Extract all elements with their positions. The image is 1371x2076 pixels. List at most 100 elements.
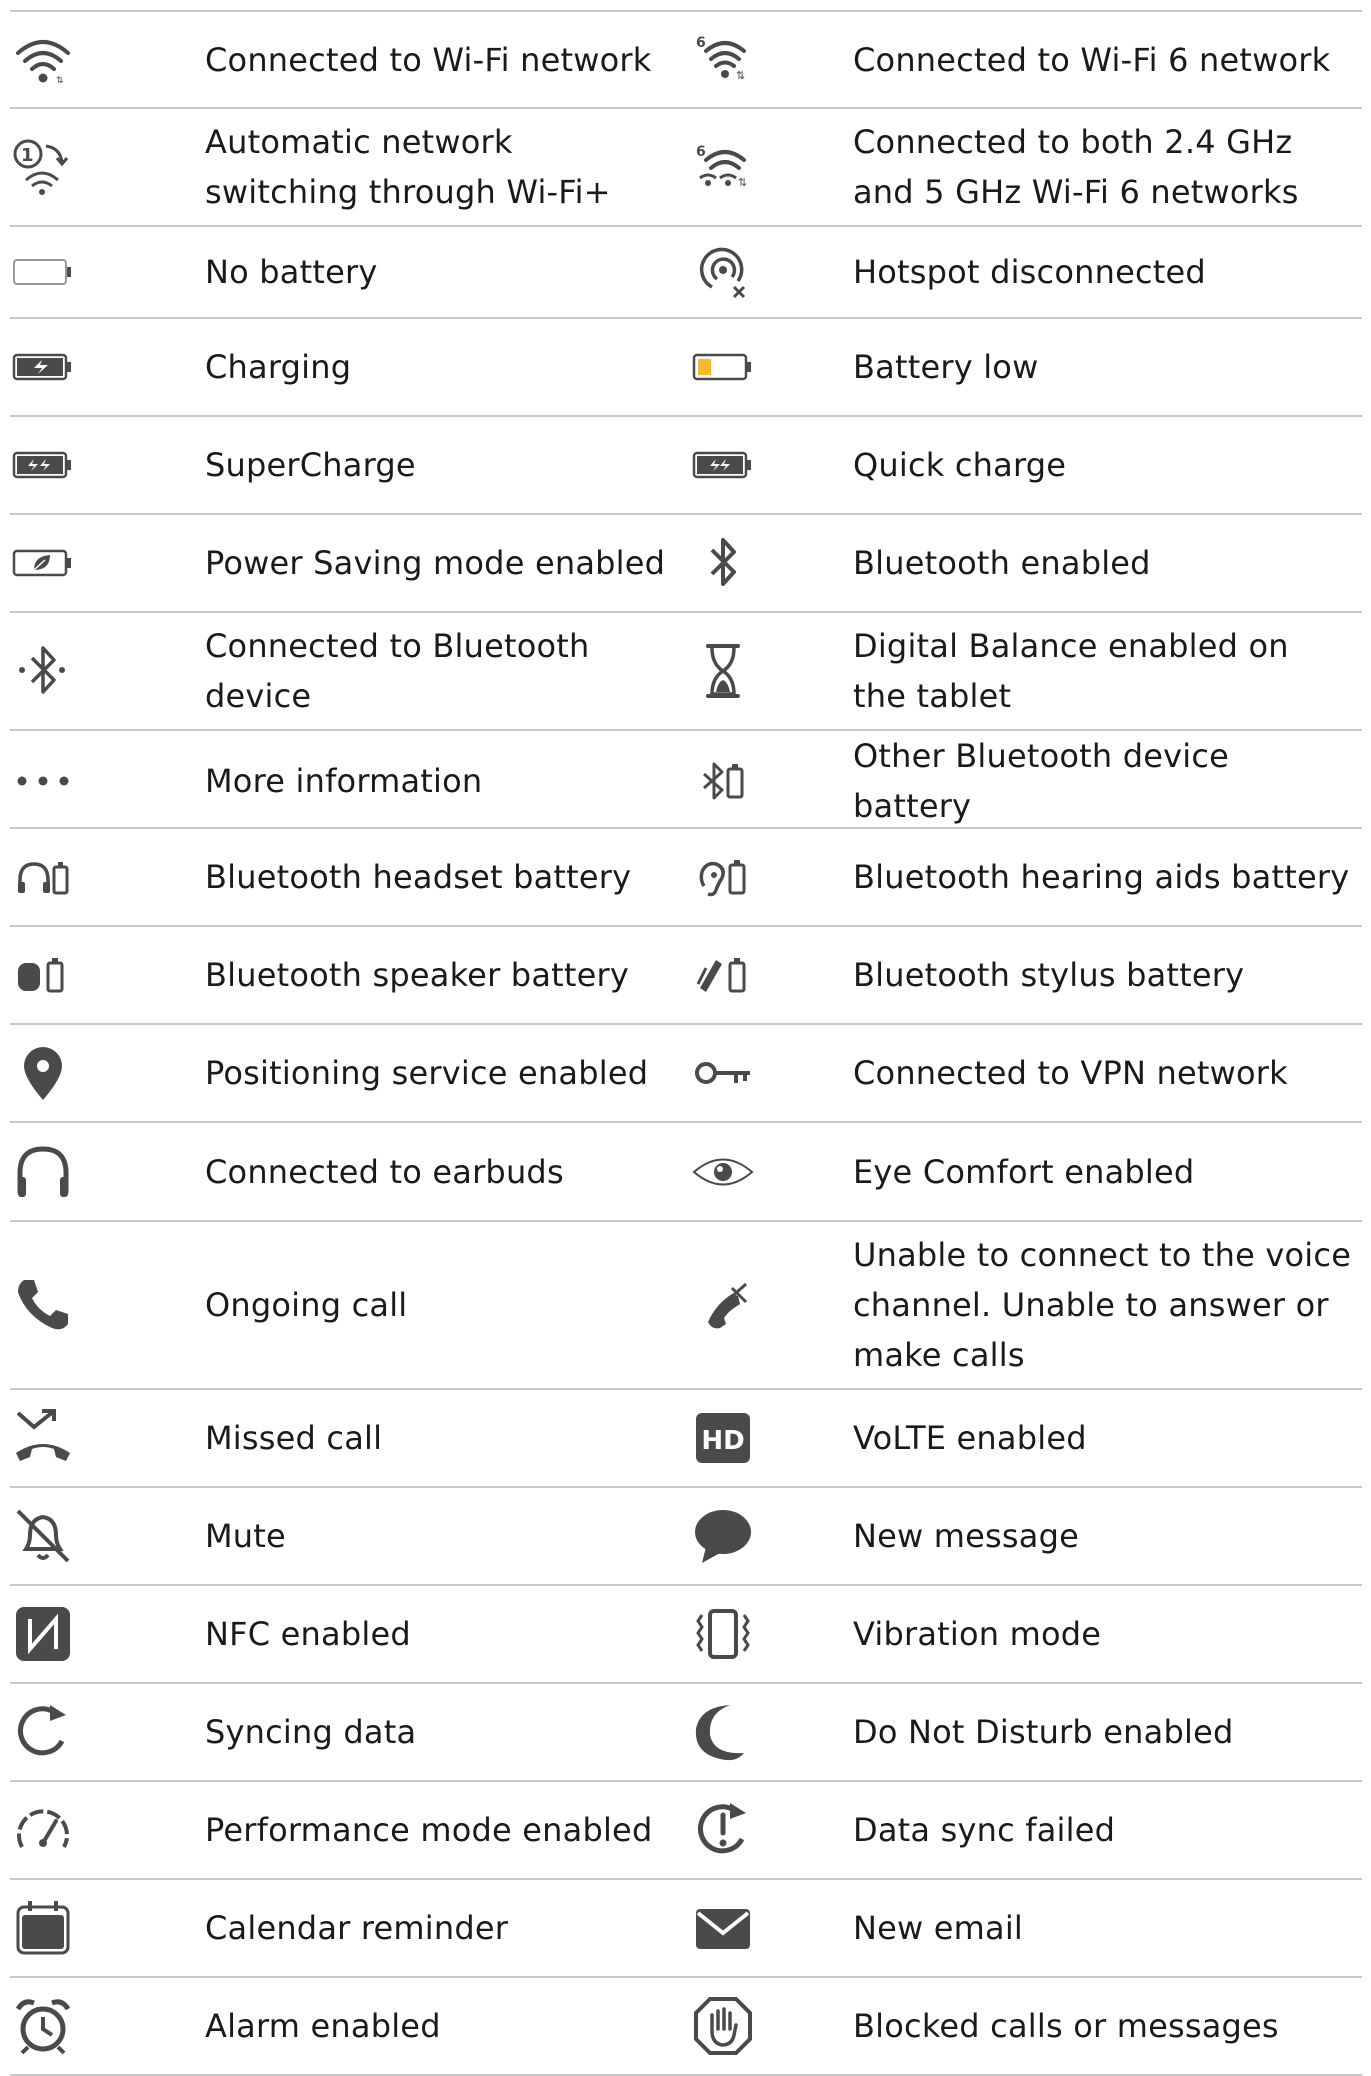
left-label: Connected to Wi-Fi network — [205, 40, 652, 79]
left-label: NFC enabled — [205, 1615, 411, 1653]
battery-power-saving-icon — [10, 515, 205, 611]
battery-supercharge-icon — [10, 417, 205, 513]
speaker-battery-icon — [10, 927, 205, 1023]
right-label: Hotspot disconnected — [853, 253, 1206, 291]
message-bubble-icon — [676, 1488, 853, 1584]
left-label: Alarm enabled — [205, 2007, 441, 2045]
gauge-icon — [10, 1782, 205, 1878]
hearing-aid-battery-icon — [676, 829, 853, 925]
battery-quick-charge-icon — [676, 417, 853, 513]
eye-icon — [676, 1123, 853, 1220]
more-dots-icon — [10, 731, 205, 831]
earbuds-icon — [10, 1123, 205, 1220]
table-row: NFC enabled Vibration mode — [10, 1586, 1362, 1684]
table-row: 1 Automatic network switching through Wi-… — [10, 109, 1362, 227]
table-row: Mute New message — [10, 1488, 1362, 1586]
wifi-icon: ⇅ — [10, 12, 205, 107]
right-label: Bluetooth stylus battery — [853, 956, 1245, 994]
right-label: Eye Comfort enabled — [853, 1152, 1195, 1191]
bell-off-icon — [10, 1488, 205, 1584]
right-label: Unable to connect to the voice channel. … — [853, 1236, 1352, 1374]
right-label: Bluetooth enabled — [853, 544, 1151, 582]
headset-battery-icon — [10, 829, 205, 925]
right-label: Data sync failed — [853, 1811, 1116, 1849]
bluetooth-connected-icon — [10, 613, 205, 729]
right-label: Connected to Wi-Fi 6 network — [853, 40, 1331, 79]
battery-low-icon — [676, 319, 853, 415]
left-label: Syncing data — [205, 1713, 417, 1751]
location-pin-icon — [10, 1025, 205, 1121]
table-row: Missed call HD VoLTE enabled — [10, 1390, 1362, 1488]
vpn-key-icon — [676, 1025, 853, 1121]
table-row: Calendar reminder New email — [10, 1880, 1362, 1978]
phone-call-icon — [10, 1222, 205, 1388]
left-label: Charging — [205, 348, 352, 386]
nfc-icon — [10, 1586, 205, 1682]
svg-text:1: 1 — [21, 145, 34, 166]
table-row: Syncing data Do Not Disturb enabled — [10, 1684, 1362, 1782]
table-row: Connected to earbuds Eye Comfort enabled — [10, 1123, 1362, 1222]
envelope-icon — [676, 1880, 853, 1976]
svg-text:⇅: ⇅ — [56, 76, 64, 86]
svg-text:6: 6 — [696, 144, 706, 160]
left-label: SuperCharge — [205, 446, 416, 484]
right-label: Battery low — [853, 348, 1039, 386]
table-row: Positioning service enabled Connected to … — [10, 1025, 1362, 1123]
left-label: Bluetooth speaker battery — [205, 956, 629, 994]
right-label: Other Bluetooth device battery — [853, 737, 1230, 825]
table-row: Alarm enabled Blocked calls or messages — [10, 1978, 1362, 2076]
missed-call-icon — [10, 1390, 205, 1486]
wifi6-dual-icon: 6 ⇅ — [676, 109, 853, 225]
right-label: Vibration mode — [853, 1615, 1102, 1653]
svg-text:⇅: ⇅ — [738, 176, 747, 189]
left-label: Missed call — [205, 1419, 383, 1457]
left-label: Performance mode enabled — [205, 1811, 653, 1849]
left-label: Connected to Bluetooth device — [205, 627, 590, 715]
right-label: Blocked calls or messages — [853, 2007, 1279, 2045]
battery-empty-icon — [10, 227, 205, 317]
hd-icon: HD — [676, 1390, 853, 1486]
table-row: ⇅ Connected to Wi-Fi network 6 ⇅ Connected t… — [10, 12, 1362, 109]
bluetooth-battery-icon — [676, 731, 853, 831]
wifi-plus-icon: 1 — [10, 109, 205, 225]
battery-charging-icon — [10, 319, 205, 415]
moon-icon — [676, 1684, 853, 1780]
right-label: Quick charge — [853, 446, 1067, 484]
table-row: Connected to Bluetooth device Digital Bal… — [10, 613, 1362, 731]
right-label: Connected to VPN network — [853, 1054, 1288, 1092]
right-label: New email — [853, 1909, 1024, 1947]
right-label: Do Not Disturb enabled — [853, 1713, 1234, 1751]
left-label: Ongoing call — [205, 1286, 408, 1324]
table-row: Ongoing call Unable to connect to the voi… — [10, 1222, 1362, 1390]
right-label: Bluetooth hearing aids battery — [853, 858, 1350, 896]
left-label: More information — [205, 762, 483, 800]
sync-failed-icon — [676, 1782, 853, 1878]
left-label: Calendar reminder — [205, 1909, 509, 1947]
phone-no-voice-icon — [676, 1222, 853, 1388]
stylus-battery-icon — [676, 927, 853, 1023]
table-row: Bluetooth speaker battery Bluetooth stylu… — [10, 927, 1362, 1025]
table-row: Performance mode enabled Data sync failed — [10, 1782, 1362, 1880]
left-label: Positioning service enabled — [205, 1054, 649, 1092]
vibration-icon — [676, 1586, 853, 1682]
table-row: SuperCharge Quick charge — [10, 417, 1362, 515]
hotspot-disconnected-icon — [676, 227, 853, 317]
left-label: Connected to earbuds — [205, 1152, 564, 1191]
sync-icon — [10, 1684, 205, 1780]
table-row: Bluetooth headset battery Bluetooth heari… — [10, 829, 1362, 927]
status-icon-table: ⇅ Connected to Wi-Fi network 6 ⇅ Connected t… — [10, 10, 1362, 2076]
table-row: More information Other Bluetooth device b… — [10, 731, 1362, 829]
left-label: Bluetooth headset battery — [205, 858, 632, 896]
right-label: New message — [853, 1517, 1079, 1555]
svg-text:HD: HD — [701, 1426, 744, 1456]
table-row: No battery Hotspot disconnected — [10, 227, 1362, 319]
right-label: Digital Balance enabled on the tablet — [853, 627, 1289, 715]
wifi6-icon: 6 ⇅ — [676, 12, 853, 107]
svg-text:6: 6 — [696, 35, 706, 51]
bluetooth-icon — [676, 515, 853, 611]
right-label: Connected to both 2.4 GHz and 5 GHz Wi-F… — [853, 123, 1299, 211]
table-row: Power Saving mode enabled Bluetooth enabl… — [10, 515, 1362, 613]
left-label: No battery — [205, 253, 378, 291]
left-label: Power Saving mode enabled — [205, 544, 666, 582]
svg-text:⇅: ⇅ — [736, 69, 745, 82]
